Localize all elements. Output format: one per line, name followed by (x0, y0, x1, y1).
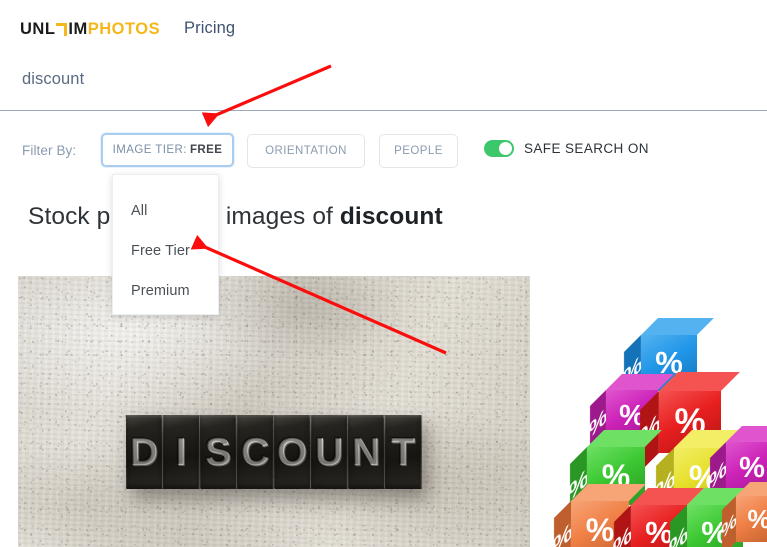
letterpress-block: D (125, 414, 164, 490)
filter-button-people[interactable]: PEOPLE (379, 134, 458, 168)
letterpress-block: I (162, 414, 201, 490)
logo-text-photos: PHOTOS (87, 20, 161, 38)
percent-cubes-photo: %%%%%%%%%%%%%%%%%%%% (552, 302, 767, 547)
safe-search-toggle[interactable]: SAFE SEARCH ON (484, 140, 649, 157)
filter-people-label: PEOPLE (394, 145, 443, 157)
dropdown-item-all[interactable]: All (113, 191, 218, 231)
dropdown-item-free-tier[interactable]: Free Tier (113, 231, 218, 271)
nav-item-pricing[interactable]: Pricing (184, 19, 235, 38)
cube-face-side: % (721, 496, 737, 547)
letterpress-block: T (384, 414, 423, 490)
letterpress-block: N (347, 414, 386, 490)
site-header: UNL IM PHOTOS Pricing (0, 0, 767, 58)
safe-search-label: SAFE SEARCH ON (524, 141, 649, 156)
dropdown-item-premium[interactable]: Premium (113, 271, 218, 311)
bracket-mark-icon (56, 22, 68, 36)
cube-face-side: % (613, 505, 632, 547)
page-title-query: discount (339, 203, 443, 230)
cube-face-top (726, 426, 767, 442)
toggle-knob (499, 142, 512, 155)
letterpress-block: S (199, 414, 238, 490)
filter-button-image-tier[interactable]: IMAGE TIER: FREE (101, 133, 234, 167)
cube-face-top (659, 372, 740, 391)
filter-image-tier-value: FREE (189, 144, 223, 156)
filter-image-tier-prefix: IMAGE TIER: (112, 144, 187, 156)
site-logo[interactable]: UNL IM PHOTOS (20, 21, 160, 38)
letterpress-block: O (273, 414, 312, 490)
cube-face-top (641, 318, 714, 335)
filter-by-label: Filter By: (22, 143, 77, 158)
toggle-switch-on[interactable] (484, 140, 514, 157)
page-title: Stock photos and images of discount (28, 203, 443, 231)
search-row (0, 58, 767, 111)
result-card-discount-letterpress[interactable]: DISCOUNT (18, 276, 530, 547)
cube-face-top (736, 482, 767, 496)
percent-cube: %% (721, 482, 767, 547)
letterpress-word: DISCOUNT (125, 414, 423, 490)
filter-orientation-label: ORIENTATION (265, 145, 347, 157)
cube-face-side: % (669, 505, 688, 547)
letterpress-block: C (236, 414, 275, 490)
logo-text-im: IM (68, 20, 88, 38)
image-tier-dropdown-menu[interactable]: All Free Tier Premium (112, 174, 219, 315)
search-input[interactable] (22, 70, 522, 89)
discount-letterpress-photo: DISCOUNT (18, 276, 530, 547)
filter-button-orientation[interactable]: ORIENTATION (247, 134, 365, 168)
result-card-percent-cubes[interactable]: %%%%%%%%%%%%%%%%%%%% (552, 302, 767, 547)
letterpress-block: U (310, 414, 349, 490)
cube-face-side: % (552, 501, 573, 547)
logo-text-unl: UNL (20, 20, 56, 38)
cube-face-front: % (736, 496, 767, 542)
header-divider (0, 110, 767, 111)
